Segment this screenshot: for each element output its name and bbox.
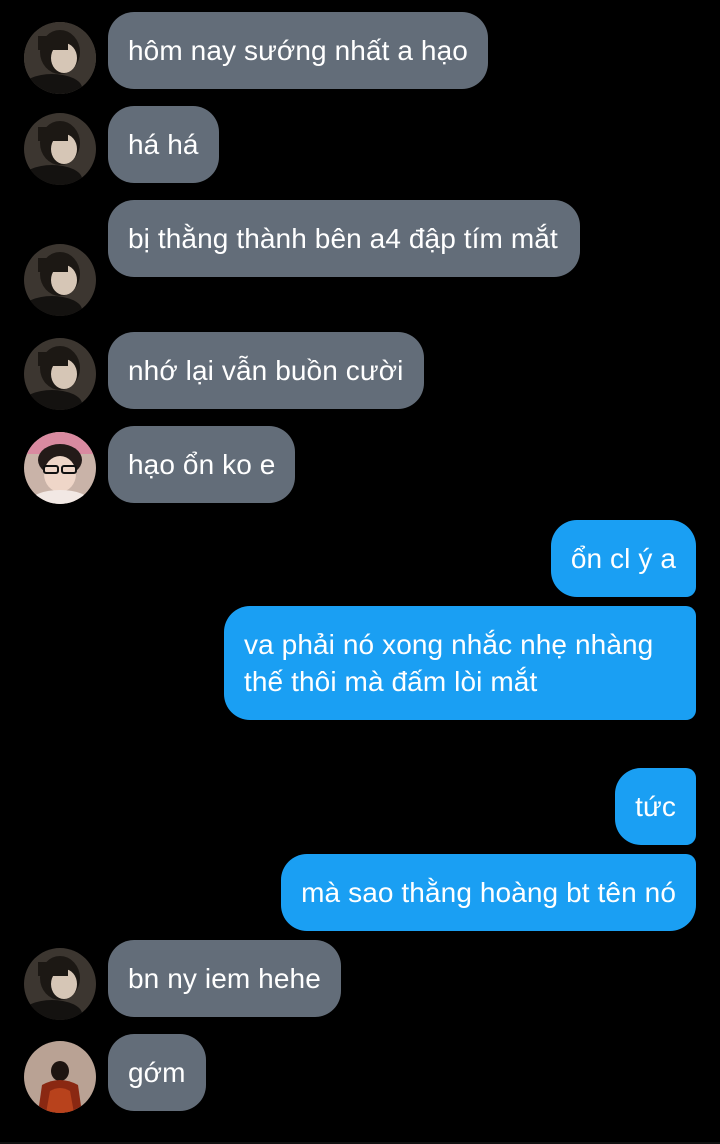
outgoing-message-bubble[interactable]: mà sao thằng hoàng bt tên nó <box>281 854 696 931</box>
incoming-message-bubble[interactable]: gớm <box>108 1034 206 1111</box>
message-row: hôm nay sướng nhất a hạo <box>0 12 720 94</box>
user-avatar-icon[interactable] <box>24 948 96 1020</box>
user-avatar-icon[interactable] <box>24 113 96 185</box>
message-row: mà sao thằng hoàng bt tên nó <box>0 854 720 932</box>
chat-thread: hôm nay sướng nhất a hạo há há bị thằng … <box>0 0 720 1144</box>
message-row: bị thằng thành bên a4 đập tím mắt <box>0 200 720 316</box>
message-row: tức <box>0 768 720 846</box>
message-row: gớm <box>0 1034 720 1113</box>
user-avatar-icon[interactable] <box>24 338 96 410</box>
incoming-message-bubble[interactable]: hạo ổn ko e <box>108 426 296 503</box>
user-avatar-icon[interactable] <box>24 244 96 316</box>
user-avatar-icon[interactable] <box>24 432 96 504</box>
outgoing-message-bubble[interactable]: tức <box>615 768 696 845</box>
outgoing-message-bubble[interactable]: ổn cl ý a <box>550 520 696 597</box>
outgoing-message-bubble[interactable]: va phải nó xong nhắc nhẹ nhàng thế thôi … <box>224 606 696 720</box>
message-row: bn ny iem hehe <box>0 940 720 1020</box>
incoming-message-bubble[interactable]: hôm nay sướng nhất a hạo <box>108 12 488 89</box>
message-row: ổn cl ý a <box>0 520 720 598</box>
message-row: nhớ lại vẫn buồn cười <box>0 332 720 410</box>
message-row: va phải nó xong nhắc nhẹ nhàng thế thôi … <box>0 606 720 760</box>
user-avatar-icon[interactable] <box>24 22 96 94</box>
incoming-message-bubble[interactable]: bn ny iem hehe <box>108 940 341 1017</box>
user-avatar-icon[interactable] <box>24 1041 96 1113</box>
message-row: há há <box>0 106 720 185</box>
incoming-message-bubble[interactable]: há há <box>108 106 219 183</box>
message-row: hạo ổn ko e <box>0 426 720 504</box>
incoming-message-bubble[interactable]: nhớ lại vẫn buồn cười <box>108 332 424 409</box>
incoming-message-bubble[interactable]: bị thằng thành bên a4 đập tím mắt <box>108 200 580 277</box>
